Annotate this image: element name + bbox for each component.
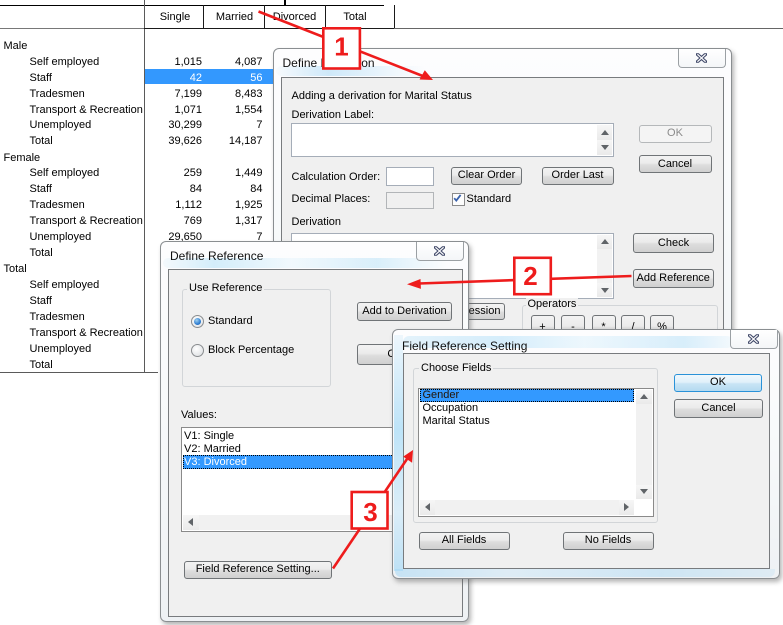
svg-text:1: 1 bbox=[334, 32, 348, 62]
svg-text:3: 3 bbox=[363, 497, 377, 527]
svg-text:2: 2 bbox=[523, 261, 537, 291]
